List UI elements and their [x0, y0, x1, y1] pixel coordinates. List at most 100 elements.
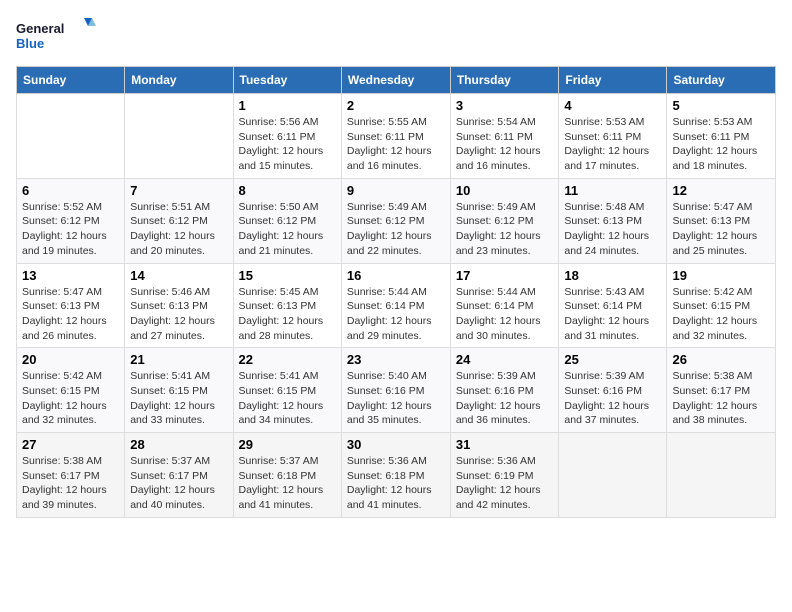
- day-number: 1: [239, 98, 336, 113]
- calendar-cell: 1Sunrise: 5:56 AMSunset: 6:11 PMDaylight…: [233, 94, 341, 179]
- calendar-week-4: 20 Sunrise: 5:42 AMSunset: 6:15 PMDayligh…: [17, 348, 776, 433]
- day-number: 19: [672, 268, 770, 283]
- day-info: Sunrise: 5:48 AMSunset: 6:13 PMDaylight:…: [564, 200, 661, 259]
- weekday-header-sunday: Sunday: [17, 67, 125, 94]
- day-number: 20: [22, 352, 119, 367]
- day-number: 16: [347, 268, 445, 283]
- day-info: Sunrise: 5:39 AMSunset: 6:16 PMDaylight:…: [456, 369, 554, 428]
- calendar-cell: 30 Sunrise: 5:36 AMSunset: 6:18 PMDayligh…: [341, 433, 450, 518]
- calendar-cell: [17, 94, 125, 179]
- day-number: 7: [130, 183, 227, 198]
- weekday-header-row: SundayMondayTuesdayWednesdayThursdayFrid…: [17, 67, 776, 94]
- day-number: 23: [347, 352, 445, 367]
- day-info: Sunrise: 5:45 AMSunset: 6:13 PMDaylight:…: [239, 285, 336, 344]
- day-number: 18: [564, 268, 661, 283]
- day-info: Sunrise: 5:46 AMSunset: 6:13 PMDaylight:…: [130, 285, 227, 344]
- calendar-cell: 19 Sunrise: 5:42 AMSunset: 6:15 PMDayligh…: [667, 263, 776, 348]
- calendar-cell: 15 Sunrise: 5:45 AMSunset: 6:13 PMDayligh…: [233, 263, 341, 348]
- calendar-week-5: 27 Sunrise: 5:38 AMSunset: 6:17 PMDayligh…: [17, 433, 776, 518]
- calendar-cell: 21 Sunrise: 5:41 AMSunset: 6:15 PMDayligh…: [125, 348, 233, 433]
- day-number: 31: [456, 437, 554, 452]
- calendar-cell: 23Sunrise: 5:40 AMSunset: 6:16 PMDayligh…: [341, 348, 450, 433]
- day-info: Sunrise: 5:44 AMSunset: 6:14 PMDaylight:…: [347, 285, 445, 344]
- calendar-cell: 2 Sunrise: 5:55 AMSunset: 6:11 PMDaylight…: [341, 94, 450, 179]
- day-info: Sunrise: 5:49 AMSunset: 6:12 PMDaylight:…: [456, 200, 554, 259]
- calendar-cell: 28 Sunrise: 5:37 AMSunset: 6:17 PMDayligh…: [125, 433, 233, 518]
- day-number: 22: [239, 352, 336, 367]
- day-info: Sunrise: 5:42 AMSunset: 6:15 PMDaylight:…: [22, 369, 119, 428]
- day-info: Sunrise: 5:47 AMSunset: 6:13 PMDaylight:…: [22, 285, 119, 344]
- day-number: 11: [564, 183, 661, 198]
- day-number: 13: [22, 268, 119, 283]
- svg-text:General: General: [16, 21, 64, 36]
- day-info: Sunrise: 5:53 AMSunset: 6:11 PMDaylight:…: [564, 115, 661, 174]
- day-info: Sunrise: 5:38 AMSunset: 6:17 PMDaylight:…: [22, 454, 119, 513]
- calendar-cell: 25 Sunrise: 5:39 AMSunset: 6:16 PMDayligh…: [559, 348, 667, 433]
- calendar-cell: [559, 433, 667, 518]
- day-number: 25: [564, 352, 661, 367]
- day-info: Sunrise: 5:36 AMSunset: 6:19 PMDaylight:…: [456, 454, 554, 513]
- day-info: Sunrise: 5:51 AMSunset: 6:12 PMDaylight:…: [130, 200, 227, 259]
- day-info: Sunrise: 5:39 AMSunset: 6:16 PMDaylight:…: [564, 369, 661, 428]
- day-info: Sunrise: 5:55 AMSunset: 6:11 PMDaylight:…: [347, 115, 445, 174]
- calendar-cell: 27 Sunrise: 5:38 AMSunset: 6:17 PMDayligh…: [17, 433, 125, 518]
- calendar-cell: 13 Sunrise: 5:47 AMSunset: 6:13 PMDayligh…: [17, 263, 125, 348]
- day-info: Sunrise: 5:42 AMSunset: 6:15 PMDaylight:…: [672, 285, 770, 344]
- weekday-header-wednesday: Wednesday: [341, 67, 450, 94]
- weekday-header-tuesday: Tuesday: [233, 67, 341, 94]
- weekday-header-monday: Monday: [125, 67, 233, 94]
- day-info: Sunrise: 5:53 AMSunset: 6:11 PMDaylight:…: [672, 115, 770, 174]
- calendar-table: SundayMondayTuesdayWednesdayThursdayFrid…: [16, 66, 776, 518]
- calendar-cell: 31 Sunrise: 5:36 AMSunset: 6:19 PMDayligh…: [450, 433, 559, 518]
- day-info: Sunrise: 5:41 AMSunset: 6:15 PMDaylight:…: [239, 369, 336, 428]
- day-number: 24: [456, 352, 554, 367]
- day-number: 9: [347, 183, 445, 198]
- day-number: 3: [456, 98, 554, 113]
- calendar-cell: [125, 94, 233, 179]
- day-number: 28: [130, 437, 227, 452]
- logo-svg: General Blue: [16, 16, 96, 56]
- day-info: Sunrise: 5:36 AMSunset: 6:18 PMDaylight:…: [347, 454, 445, 513]
- calendar-cell: 6 Sunrise: 5:52 AMSunset: 6:12 PMDaylight…: [17, 178, 125, 263]
- day-info: Sunrise: 5:50 AMSunset: 6:12 PMDaylight:…: [239, 200, 336, 259]
- day-info: Sunrise: 5:37 AMSunset: 6:17 PMDaylight:…: [130, 454, 227, 513]
- calendar-cell: 22 Sunrise: 5:41 AMSunset: 6:15 PMDayligh…: [233, 348, 341, 433]
- calendar-cell: 17Sunrise: 5:44 AMSunset: 6:14 PMDayligh…: [450, 263, 559, 348]
- calendar-cell: [667, 433, 776, 518]
- calendar-cell: 4 Sunrise: 5:53 AMSunset: 6:11 PMDaylight…: [559, 94, 667, 179]
- page-header: General Blue: [16, 16, 776, 56]
- day-number: 4: [564, 98, 661, 113]
- calendar-week-2: 6 Sunrise: 5:52 AMSunset: 6:12 PMDaylight…: [17, 178, 776, 263]
- day-info: Sunrise: 5:47 AMSunset: 6:13 PMDaylight:…: [672, 200, 770, 259]
- day-number: 15: [239, 268, 336, 283]
- day-number: 14: [130, 268, 227, 283]
- day-info: Sunrise: 5:41 AMSunset: 6:15 PMDaylight:…: [130, 369, 227, 428]
- day-number: 12: [672, 183, 770, 198]
- calendar-cell: 5 Sunrise: 5:53 AMSunset: 6:11 PMDaylight…: [667, 94, 776, 179]
- calendar-cell: 24 Sunrise: 5:39 AMSunset: 6:16 PMDayligh…: [450, 348, 559, 433]
- calendar-cell: 9Sunrise: 5:49 AMSunset: 6:12 PMDaylight…: [341, 178, 450, 263]
- day-info: Sunrise: 5:54 AMSunset: 6:11 PMDaylight:…: [456, 115, 554, 174]
- day-info: Sunrise: 5:43 AMSunset: 6:14 PMDaylight:…: [564, 285, 661, 344]
- day-info: Sunrise: 5:44 AMSunset: 6:14 PMDaylight:…: [456, 285, 554, 344]
- calendar-cell: 7 Sunrise: 5:51 AMSunset: 6:12 PMDaylight…: [125, 178, 233, 263]
- day-info: Sunrise: 5:52 AMSunset: 6:12 PMDaylight:…: [22, 200, 119, 259]
- day-number: 27: [22, 437, 119, 452]
- calendar-week-3: 13 Sunrise: 5:47 AMSunset: 6:13 PMDayligh…: [17, 263, 776, 348]
- day-number: 30: [347, 437, 445, 452]
- calendar-cell: 10Sunrise: 5:49 AMSunset: 6:12 PMDayligh…: [450, 178, 559, 263]
- day-number: 5: [672, 98, 770, 113]
- calendar-cell: 12 Sunrise: 5:47 AMSunset: 6:13 PMDayligh…: [667, 178, 776, 263]
- day-number: 26: [672, 352, 770, 367]
- day-number: 29: [239, 437, 336, 452]
- calendar-cell: 16 Sunrise: 5:44 AMSunset: 6:14 PMDayligh…: [341, 263, 450, 348]
- calendar-cell: 11 Sunrise: 5:48 AMSunset: 6:13 PMDayligh…: [559, 178, 667, 263]
- day-info: Sunrise: 5:37 AMSunset: 6:18 PMDaylight:…: [239, 454, 336, 513]
- calendar-cell: 29 Sunrise: 5:37 AMSunset: 6:18 PMDayligh…: [233, 433, 341, 518]
- weekday-header-saturday: Saturday: [667, 67, 776, 94]
- weekday-header-thursday: Thursday: [450, 67, 559, 94]
- day-number: 2: [347, 98, 445, 113]
- day-number: 6: [22, 183, 119, 198]
- calendar-cell: 20 Sunrise: 5:42 AMSunset: 6:15 PMDayligh…: [17, 348, 125, 433]
- day-number: 21: [130, 352, 227, 367]
